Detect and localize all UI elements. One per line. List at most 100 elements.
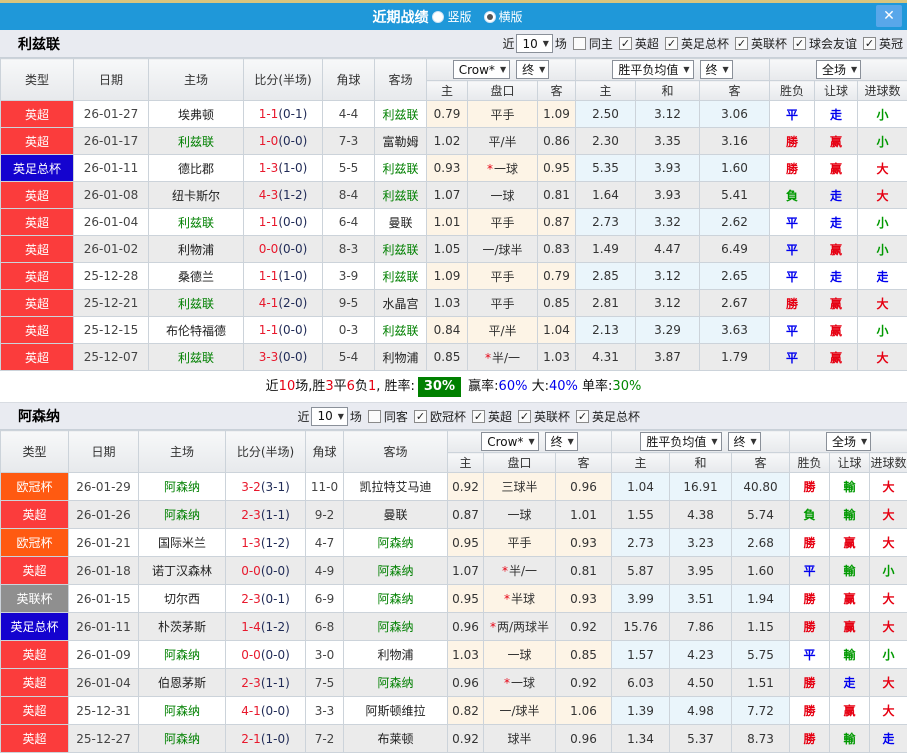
page-title: 近期战绩 [372, 7, 428, 27]
col-goals-result: 进球数 [858, 81, 907, 101]
match-row: 英超26-01-08纽卡斯尔4-3(1-2)8-4利兹联1.07一球0.811.… [1, 182, 907, 209]
match-date: 26-01-11 [74, 155, 149, 182]
match-row: 英足总杯26-01-11朴茨茅斯1-4(1-2)6-8阿森纳0.96*两/两球半… [1, 613, 907, 641]
result-goals: 大 [870, 501, 907, 529]
result-goals: 大 [870, 529, 907, 557]
avg-home-odds: 15.76 [612, 613, 670, 641]
corner-count: 8-4 [323, 182, 375, 209]
match-date: 26-01-29 [69, 473, 139, 501]
match-row: 英联杯26-01-15切尔西2-3(0-1)6-9阿森纳0.95*半球0.933… [1, 585, 907, 613]
final-select[interactable]: 终▼ [700, 60, 733, 79]
away-team: 利兹联 [375, 236, 427, 263]
result-winlose: 勝 [790, 585, 830, 613]
home-team: 阿森纳 [139, 697, 226, 725]
result-goals: 走 [870, 725, 907, 753]
bookmaker-select[interactable]: Crow*▼ [453, 60, 510, 79]
handicap-line: *一球 [468, 155, 538, 182]
match-score: 2-1(1-0) [226, 725, 306, 753]
section-header-leeds: 利兹联 近 10▼ 场 同主 英超 英足总杯 英联杯 球会友谊 英冠 [0, 30, 907, 58]
away-team: 富勒姆 [375, 128, 427, 155]
league-checkbox[interactable] [472, 410, 485, 423]
handicap-home-odds: 1.01 [427, 209, 468, 236]
col-odds-line: 盘口 [484, 453, 556, 473]
away-team: 阿斯顿维拉 [344, 697, 448, 725]
match-date: 26-01-09 [69, 641, 139, 669]
league-type-badge: 英超 [1, 725, 69, 753]
league-checkbox[interactable] [576, 410, 589, 423]
match-count-select[interactable]: 10▼ [311, 407, 347, 426]
avg-select[interactable]: 胜平负均值▼ [640, 432, 721, 451]
handicap-home-odds: 1.07 [427, 182, 468, 209]
layout-horizontal-label: 横版 [499, 8, 523, 25]
avg-home-odds: 1.39 [612, 697, 670, 725]
match-count-select[interactable]: 10▼ [516, 34, 552, 53]
handicap-home-odds: 1.02 [427, 128, 468, 155]
league-checkbox[interactable] [518, 410, 531, 423]
final-select[interactable]: 终▼ [545, 432, 578, 451]
result-winlose: 勝 [790, 697, 830, 725]
league-checkbox[interactable] [863, 37, 876, 50]
match-date: 25-12-28 [74, 263, 149, 290]
avg-away-odds: 7.72 [732, 697, 790, 725]
result-winlose: 平 [770, 317, 815, 344]
avg-home-odds: 2.13 [576, 317, 636, 344]
avg-away-odds: 3.16 [700, 128, 770, 155]
result-winlose: 負 [770, 182, 815, 209]
corner-count: 7-5 [306, 669, 344, 697]
col-avg-home: 主 [576, 81, 636, 101]
handicap-away-odds: 0.87 [538, 209, 576, 236]
corner-count: 9-2 [306, 501, 344, 529]
result-handicap: 赢 [815, 155, 858, 182]
col-avg-draw: 和 [636, 81, 700, 101]
result-handicap: 走 [815, 101, 858, 128]
bookmaker-select[interactable]: Crow*▼ [481, 432, 538, 451]
col-odds-home: 主 [427, 81, 468, 101]
home-team: 利兹联 [149, 290, 244, 317]
col-date: 日期 [69, 431, 139, 473]
result-handicap: 輸 [830, 473, 870, 501]
handicap-line: 平手 [468, 209, 538, 236]
match-row: 英超25-12-07利兹联3-3(0-0)5-4利物浦0.85*半/一1.034… [1, 344, 907, 371]
layout-horizontal-option[interactable]: 横版 [484, 8, 523, 25]
scope-select[interactable]: 全场▼ [816, 60, 861, 79]
chevron-down-icon: ▼ [851, 65, 857, 74]
league-type-badge: 英联杯 [1, 585, 69, 613]
avg-select[interactable]: 胜平负均值▼ [612, 60, 693, 79]
col-goals-result: 进球数 [870, 453, 907, 473]
col-avg-away: 客 [700, 81, 770, 101]
avg-home-odds: 1.55 [612, 501, 670, 529]
league-type-badge: 英足总杯 [1, 155, 74, 182]
result-handicap: 赢 [830, 697, 870, 725]
layout-vertical-option[interactable]: 竖版 [432, 8, 471, 25]
radio-selected-icon[interactable] [484, 11, 496, 23]
chevron-down-icon: ▼ [500, 65, 506, 74]
league-type-badge: 英超 [1, 128, 74, 155]
corner-count: 8-3 [323, 236, 375, 263]
final-select[interactable]: 终▼ [728, 432, 761, 451]
close-icon[interactable]: ✕ [876, 5, 902, 27]
avg-draw-odds: 4.47 [636, 236, 700, 263]
avg-away-odds: 5.74 [732, 501, 790, 529]
league-checkbox[interactable] [619, 37, 632, 50]
same-away-checkbox[interactable] [368, 410, 381, 423]
radio-unselected-icon[interactable] [432, 11, 444, 23]
avg-away-odds: 2.65 [700, 263, 770, 290]
corner-count: 3-9 [323, 263, 375, 290]
result-winlose: 勝 [790, 529, 830, 557]
handicap-line: 一/球半 [484, 697, 556, 725]
handicap-line: 平/半 [468, 128, 538, 155]
final-select[interactable]: 终▼ [516, 60, 549, 79]
chevron-down-icon: ▼ [723, 65, 729, 74]
league-checkbox[interactable] [735, 37, 748, 50]
match-row: 英超26-01-17利兹联1-0(0-0)7-3富勒姆1.02平/半0.862.… [1, 128, 907, 155]
handicap-line: 球半 [484, 725, 556, 753]
result-handicap: 赢 [815, 290, 858, 317]
away-team: 阿森纳 [344, 557, 448, 585]
league-checkbox[interactable] [665, 37, 678, 50]
handicap-away-odds: 0.93 [556, 585, 612, 613]
league-checkbox[interactable] [414, 410, 427, 423]
scope-select[interactable]: 全场▼ [826, 432, 871, 451]
league-checkbox[interactable] [793, 37, 806, 50]
same-home-checkbox[interactable] [573, 37, 586, 50]
match-row: 欧冠杯26-01-29阿森纳3-2(3-1)11-0凯拉特艾马迪0.92三球半0… [1, 473, 907, 501]
